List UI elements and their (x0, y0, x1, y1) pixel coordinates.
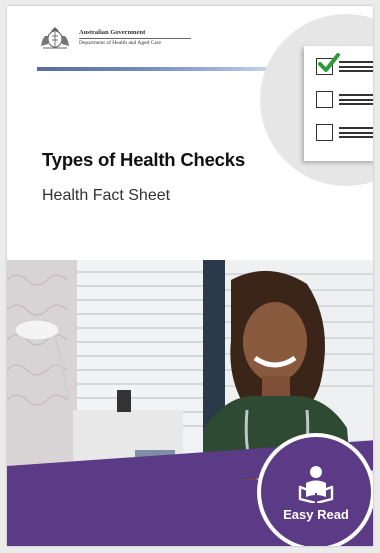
easy-read-badge: Easy Read (257, 433, 373, 546)
checklist-illustration (304, 46, 373, 161)
fact-sheet-cover: Australian Government Department of Heal… (7, 6, 373, 546)
government-name: Australian Government (79, 29, 146, 37)
checkmark-icon (318, 53, 340, 72)
header-stripe (37, 67, 273, 71)
coat-of-arms-icon (41, 27, 69, 49)
government-logo: Australian Government Department of Heal… (37, 26, 191, 50)
document-title: Types of Health Checks (42, 149, 245, 170)
department-name: Department of Health and Aged Care (79, 39, 162, 46)
easy-read-label: Easy Read (283, 506, 349, 522)
document-subtitle: Health Fact Sheet (42, 187, 171, 204)
reading-person-icon (298, 465, 334, 503)
